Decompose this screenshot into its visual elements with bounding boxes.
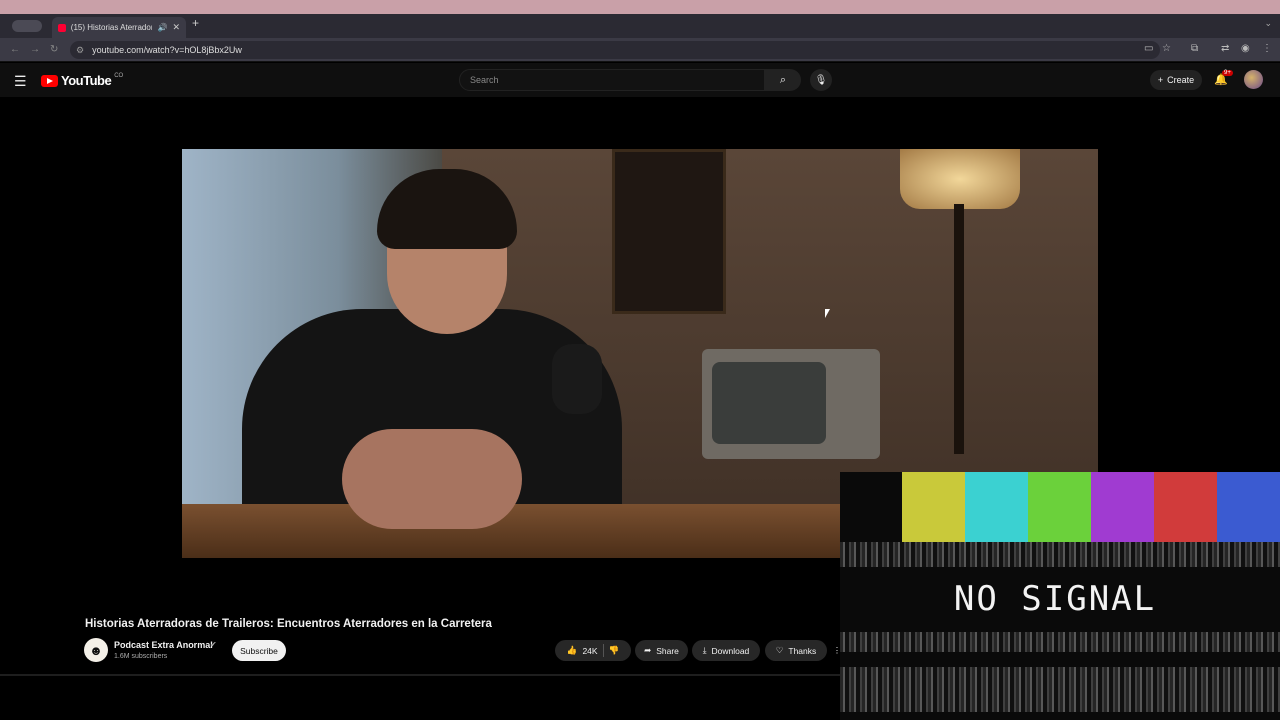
like-count: 24K bbox=[582, 645, 598, 656]
video-frame-microphone bbox=[552, 344, 602, 414]
site-info-icon[interactable]: ⚙ bbox=[76, 45, 84, 56]
search-icon: ⌕ bbox=[779, 73, 787, 86]
forward-icon[interactable]: → bbox=[30, 44, 40, 55]
browser-tab-strip: (15) Historias Aterradoras 🔊 ✕ + ⌄ bbox=[0, 14, 1280, 38]
divider bbox=[0, 674, 840, 676]
create-button[interactable]: + Create bbox=[1150, 70, 1202, 90]
mouse-cursor-icon bbox=[825, 309, 830, 318]
back-icon[interactable]: ← bbox=[10, 44, 20, 55]
thanks-label: Thanks bbox=[788, 645, 817, 656]
more-actions-icon[interactable]: ⋮ bbox=[831, 640, 843, 661]
search-input[interactable]: Search bbox=[459, 69, 765, 91]
bookmark-star-icon[interactable]: ☆ bbox=[1162, 43, 1171, 54]
browser-menu-icon[interactable]: ⋮ bbox=[1262, 43, 1272, 54]
channel-avatar[interactable]: ☻ bbox=[84, 638, 108, 662]
speaker-icon[interactable]: 🔊 bbox=[157, 23, 167, 32]
video-title: Historias Aterradoras de Traileros: Encu… bbox=[85, 618, 492, 630]
browser-tab-active[interactable]: (15) Historias Aterradoras 🔊 ✕ bbox=[52, 17, 186, 38]
thanks-icon: ♡ bbox=[775, 645, 784, 655]
address-bar[interactable]: ⚙ youtube.com/watch?v=hOL8jBbx2Uw bbox=[70, 41, 1160, 59]
url-text[interactable]: youtube.com/watch?v=hOL8jBbx2Uw bbox=[92, 45, 242, 55]
color-bar-cyan bbox=[965, 472, 1028, 542]
color-bar-green bbox=[1028, 472, 1091, 542]
search-placeholder: Search bbox=[470, 75, 499, 85]
tab-title: (15) Historias Aterradoras bbox=[70, 23, 153, 32]
color-bar-blue bbox=[1217, 472, 1280, 542]
reload-icon[interactable]: ↻ bbox=[50, 44, 58, 55]
color-bar-yellow bbox=[902, 472, 965, 542]
static-noise-band bbox=[840, 542, 1280, 567]
video-frame-lamp-stand bbox=[954, 204, 964, 454]
thumbs-up-icon[interactable]: 👍 bbox=[567, 645, 578, 656]
color-bars bbox=[902, 472, 1280, 542]
youtube-favicon-icon bbox=[58, 23, 66, 32]
microphone-icon: 🎙 bbox=[814, 74, 828, 86]
create-label: Create bbox=[1167, 75, 1195, 85]
thumbs-down-icon[interactable]: 👎 bbox=[609, 645, 620, 656]
static-noise-band bbox=[840, 667, 1280, 712]
video-frame-painting bbox=[612, 149, 726, 314]
verified-icon: ✔ bbox=[210, 640, 217, 649]
share-button[interactable]: ➦ Share bbox=[635, 640, 688, 661]
video-frame-hands bbox=[342, 429, 522, 529]
channel-subscriber-count: 1.6M subscribers bbox=[114, 653, 168, 660]
color-bar-red bbox=[1154, 472, 1217, 542]
youtube-play-icon bbox=[41, 74, 58, 87]
static-noise-band bbox=[840, 632, 1280, 652]
video-frame-lamp bbox=[900, 149, 1020, 209]
video-frame-tv-screen bbox=[712, 362, 826, 444]
youtube-logo[interactable]: YouTube CO bbox=[41, 73, 123, 88]
tab-group-chip[interactable] bbox=[12, 20, 42, 32]
account-avatar[interactable] bbox=[1244, 70, 1263, 89]
thanks-button[interactable]: ♡ Thanks bbox=[765, 640, 827, 661]
subscribe-button[interactable]: Subscribe bbox=[232, 640, 286, 661]
like-dislike-button[interactable]: 👍 24K 👎 bbox=[555, 640, 631, 661]
menu-icon[interactable]: ☰ bbox=[14, 73, 27, 90]
new-tab-button[interactable]: + bbox=[192, 16, 199, 30]
share-label: Share bbox=[656, 645, 679, 656]
country-code: CO bbox=[114, 73, 124, 79]
profile-icon[interactable]: ◉ bbox=[1241, 43, 1250, 54]
youtube-wordmark: YouTube bbox=[61, 73, 112, 88]
youtube-header: ☰ YouTube CO Search ⌕ 🎙 + Create 🔔 9+ bbox=[0, 63, 1280, 97]
search-button[interactable]: ⌕ bbox=[765, 69, 801, 91]
download-button[interactable]: ⤓ Download bbox=[692, 640, 760, 661]
sync-icon[interactable]: ⇄ bbox=[1221, 43, 1229, 54]
download-icon: ⤓ bbox=[702, 645, 707, 655]
cast-icon[interactable]: ▭ bbox=[1144, 43, 1153, 54]
close-tab-icon[interactable]: ✕ bbox=[172, 22, 180, 33]
share-icon: ➦ bbox=[644, 645, 652, 655]
extensions-icon[interactable]: ⧉ bbox=[1191, 43, 1198, 54]
macos-menu-bar bbox=[0, 0, 1280, 14]
like-divider bbox=[602, 644, 604, 657]
voice-search-button[interactable]: 🎙 bbox=[810, 69, 832, 91]
plus-icon: + bbox=[1157, 75, 1164, 85]
download-label: Download bbox=[711, 645, 750, 656]
channel-name[interactable]: Podcast Extra Anormal bbox=[114, 640, 213, 650]
browser-toolbar: ← → ↻ ⚙ youtube.com/watch?v=hOL8jBbx2Uw … bbox=[0, 38, 1280, 62]
no-signal-overlay: NO SIGNAL bbox=[840, 472, 1280, 720]
color-bar-magenta bbox=[1091, 472, 1154, 542]
no-signal-text: NO SIGNAL bbox=[940, 570, 1170, 628]
tab-search-chevron-icon[interactable]: ⌄ bbox=[1264, 18, 1272, 29]
notifications-badge: 9+ bbox=[1222, 70, 1233, 76]
